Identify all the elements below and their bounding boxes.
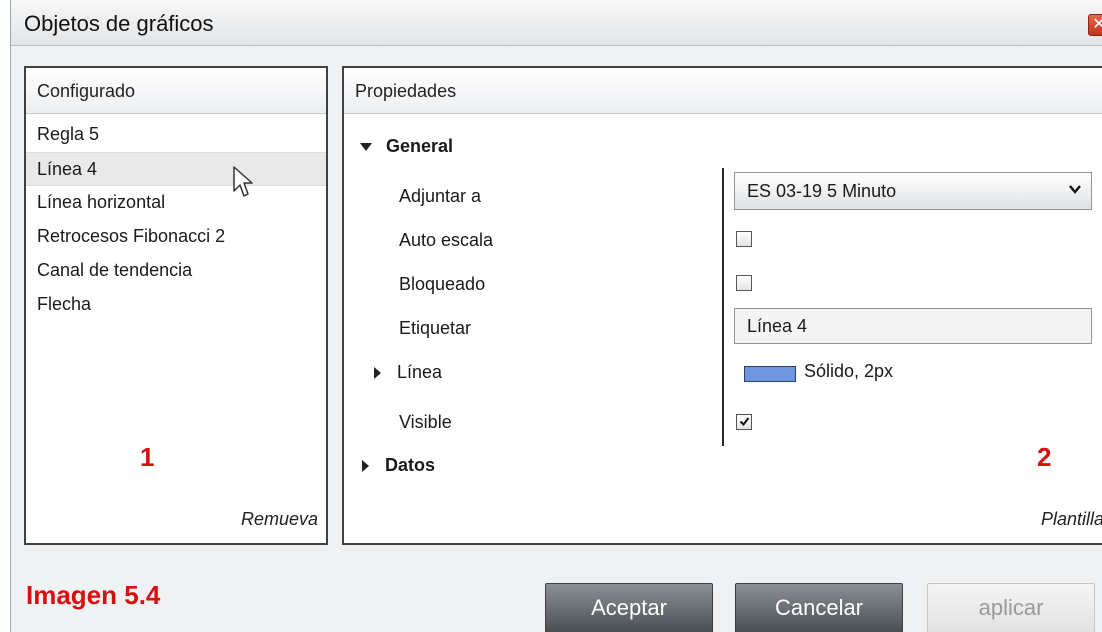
data-section-toggle[interactable]: Datos xyxy=(362,455,435,476)
chevron-down-icon xyxy=(1069,185,1081,194)
tag-label: Etiquetar xyxy=(399,318,472,338)
chevron-right-icon xyxy=(362,460,369,473)
configured-list: Regla 5 Línea 4 Línea horizontal Retroce… xyxy=(26,114,326,322)
visible-label: Visible xyxy=(399,412,452,432)
autoscale-label: Auto escala xyxy=(399,230,494,250)
autoscale-checkbox[interactable] xyxy=(736,231,752,247)
apply-button[interactable]: aplicar xyxy=(927,583,1095,632)
list-item[interactable]: Línea horizontal xyxy=(26,186,326,220)
close-icon[interactable]: ✕ xyxy=(1088,14,1102,36)
general-section-label: General xyxy=(386,136,454,156)
tag-input[interactable]: Línea 4 xyxy=(734,308,1092,344)
mouse-cursor-icon xyxy=(233,166,253,197)
chevron-right-icon xyxy=(374,367,381,380)
line-style-value: Sólido, 2px xyxy=(804,361,894,381)
line-label: Línea xyxy=(397,362,443,382)
list-item[interactable]: Regla 5 xyxy=(26,118,326,152)
remove-link[interactable]: Remueva xyxy=(241,509,318,530)
line-section-toggle[interactable]: Línea xyxy=(374,362,442,383)
properties-panel: Propiedades General Adjuntar a Auto esca… xyxy=(342,66,1102,545)
configured-header: Configurado xyxy=(26,68,326,114)
checkmark-icon xyxy=(739,417,750,427)
title-bar: Objetos de gráficos ✕ xyxy=(11,0,1102,46)
list-item-selected[interactable]: Línea 4 xyxy=(26,152,326,186)
list-item[interactable]: Canal de tendencia xyxy=(26,254,326,288)
annotation-marker-1: 1 xyxy=(140,442,155,472)
properties-header: Propiedades xyxy=(344,68,1102,114)
line-color-swatch[interactable] xyxy=(744,366,796,382)
list-item[interactable]: Retrocesos Fibonacci 2 xyxy=(26,220,326,254)
annotation-marker-2: 2 xyxy=(1037,442,1052,472)
chart-objects-dialog: Objetos de gráficos ✕ Configurado Regla … xyxy=(10,0,1102,632)
locked-checkbox[interactable] xyxy=(736,275,752,291)
chevron-down-icon xyxy=(360,143,372,152)
visible-checkbox[interactable] xyxy=(736,414,752,430)
tag-input-value: Línea 4 xyxy=(747,316,808,336)
column-divider xyxy=(722,168,724,446)
template-link[interactable]: Plantilla xyxy=(1041,509,1102,530)
attach-select[interactable]: ES 03-19 5 Minuto xyxy=(734,172,1092,210)
figure-caption: Imagen 5.4 xyxy=(26,580,161,610)
configured-panel: Configurado Regla 5 Línea 4 Línea horizo… xyxy=(24,66,328,545)
list-item[interactable]: Flecha xyxy=(26,288,326,322)
attach-label: Adjuntar a xyxy=(399,186,482,206)
general-section-toggle[interactable]: General xyxy=(360,136,453,157)
cancel-button[interactable]: Cancelar xyxy=(735,583,903,632)
attach-select-value: ES 03-19 5 Minuto xyxy=(747,181,897,201)
data-section-label: Datos xyxy=(385,455,436,475)
accept-button[interactable]: Aceptar xyxy=(545,583,713,632)
locked-label: Bloqueado xyxy=(399,274,486,294)
dialog-title: Objetos de gráficos xyxy=(24,11,214,36)
